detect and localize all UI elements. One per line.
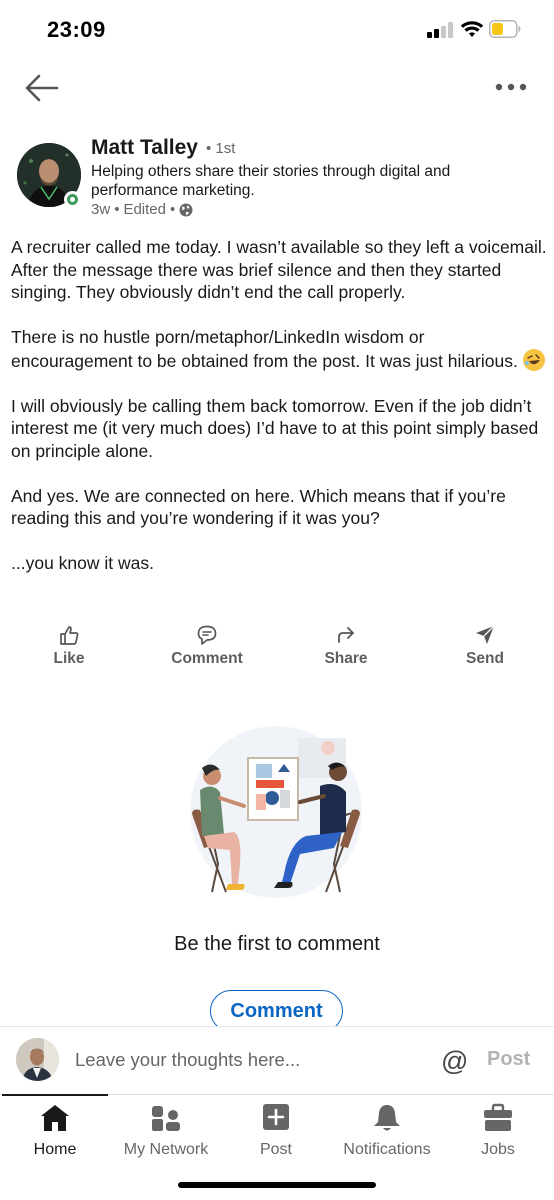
tab-my-network[interactable]: My Network — [111, 1103, 221, 1159]
like-button[interactable]: Like — [19, 624, 119, 668]
send-button[interactable]: Send — [435, 624, 535, 668]
arrow-left-icon[interactable] — [24, 73, 60, 103]
avatar — [16, 1038, 59, 1081]
home-indicator — [178, 1182, 376, 1188]
send-paper-plane-icon — [476, 625, 495, 644]
globe-icon — [179, 203, 193, 216]
comment-action-label: Comment — [171, 650, 243, 667]
tab-label: Notifications — [343, 1141, 431, 1158]
empty-comments-illustration — [190, 726, 362, 898]
comment-action-button[interactable]: Comment — [157, 624, 257, 668]
share-label: Share — [324, 650, 368, 667]
author-name[interactable]: Matt Talley — [91, 136, 198, 160]
plus-square-icon — [263, 1104, 289, 1130]
rofl-emoji-icon — [522, 348, 545, 371]
post-paragraph: And yes. We are connected on here. Which… — [11, 485, 506, 529]
battery-icon — [489, 20, 521, 38]
comment-input[interactable]: Leave your thoughts here... — [75, 1049, 300, 1071]
post-comment-button[interactable]: Post — [487, 1048, 530, 1071]
meta-separator: • — [170, 201, 176, 218]
tab-home[interactable]: Home — [0, 1103, 110, 1159]
comment-composer: Leave your thoughts here... @ Post — [0, 1026, 554, 1094]
status-bar: 23:09 — [0, 0, 554, 60]
online-status-indicator — [64, 191, 81, 208]
tab-notifications[interactable]: Notifications — [332, 1103, 442, 1159]
wifi-icon — [460, 21, 484, 37]
post-paragraph: A recruiter called me today. I wasn’t av… — [11, 237, 547, 302]
active-tab-indicator — [2, 1094, 108, 1096]
meta-separator: • — [114, 201, 120, 218]
bell-icon — [374, 1105, 400, 1131]
post-paragraph-text: There is no hustle porn/metaphor/LinkedI… — [11, 327, 518, 371]
empty-comments-title: Be the first to comment — [174, 933, 380, 955]
post-paragraph: There is no hustle porn/metaphor/LinkedI… — [11, 326, 547, 372]
tab-jobs[interactable]: Jobs — [443, 1103, 553, 1159]
tab-label: Jobs — [481, 1141, 515, 1158]
people-icon — [152, 1106, 180, 1131]
tab-label: Post — [259, 1141, 292, 1158]
home-icon — [41, 1105, 69, 1131]
post-time: 3w — [91, 201, 111, 218]
cellular-signal-icon — [427, 22, 453, 38]
more-horizontal-icon[interactable] — [494, 82, 528, 92]
share-button[interactable]: Share — [296, 624, 396, 668]
tab-post[interactable]: Post — [221, 1103, 331, 1159]
post-paragraph: ...you know it was. — [11, 553, 154, 573]
post-body: A recruiter called me today. I wasn’t av… — [11, 236, 547, 575]
post-paragraph: I will obviously be calling them back to… — [11, 395, 539, 461]
thumbs-up-icon — [60, 626, 79, 645]
mention-at-icon[interactable]: @ — [441, 1046, 468, 1077]
post-meta: 3w • Edited • — [91, 201, 193, 218]
comment-bubble-icon — [197, 625, 217, 645]
author-headline: Helping others share their stories throu… — [91, 163, 451, 199]
share-arrow-icon — [338, 627, 354, 643]
tab-label: Home — [33, 1141, 77, 1158]
author-avatar[interactable] — [17, 143, 81, 208]
status-time: 23:09 — [47, 17, 106, 42]
send-label: Send — [466, 650, 504, 667]
tab-label: My Network — [123, 1141, 209, 1158]
connection-degree: • 1st — [206, 140, 236, 157]
like-label: Like — [53, 650, 85, 667]
top-nav — [0, 60, 554, 116]
edited-label: Edited — [123, 201, 166, 218]
briefcase-icon — [484, 1103, 512, 1131]
